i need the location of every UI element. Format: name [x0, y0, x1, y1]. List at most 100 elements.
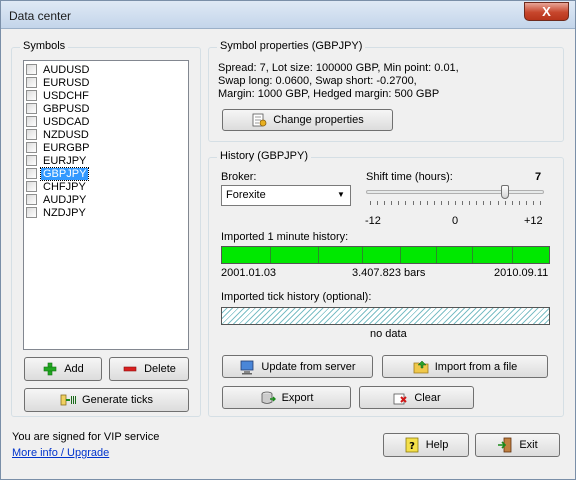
svg-text:?: ? [409, 441, 415, 452]
symbol-checkbox[interactable] [26, 194, 37, 205]
broker-label: Broker: [221, 171, 257, 183]
shift-min-label: -12 [365, 215, 381, 227]
slider-tick [405, 201, 406, 205]
shift-mid-label: 0 [452, 215, 459, 227]
slider-tick [384, 201, 385, 205]
generate-ticks-button[interactable]: Generate ticks [24, 388, 189, 412]
slider-tick [398, 201, 399, 205]
slider-tick [448, 201, 449, 205]
slider-tick [462, 201, 463, 205]
minute-history-end: 2010.09.11 [494, 267, 549, 279]
symbol-label: USDCHF [43, 89, 89, 102]
data-center-window: Data center X Symbols AUDUSD EURUSD USDCHF… [0, 0, 576, 480]
broker-select[interactable]: Forexite ▼ [221, 185, 351, 206]
symbol-checkbox[interactable] [26, 168, 37, 179]
slider-tick [391, 201, 392, 205]
slider-tick [505, 201, 506, 205]
symbol-checkbox[interactable] [26, 103, 37, 114]
symbol-list-item[interactable]: USDCHF [26, 89, 186, 102]
symbol-list-item[interactable]: EURGBP [26, 141, 186, 154]
symbol-checkbox[interactable] [26, 116, 37, 127]
slider-track [366, 190, 544, 194]
symbol-checkbox[interactable] [26, 90, 37, 101]
exit-button[interactable]: Exit [475, 433, 560, 457]
close-icon: X [542, 4, 551, 19]
minute-history-count: 3.407.823 bars [352, 267, 426, 279]
window-title: Data center [9, 9, 72, 23]
symbols-list[interactable]: AUDUSD EURUSD USDCHF GBPUSD USDCAD NZDUSD EURG… [23, 60, 189, 350]
slider-thumb[interactable] [501, 185, 509, 199]
slider-tick [455, 201, 456, 205]
slider-tick [490, 201, 491, 205]
shift-max-label: +12 [524, 215, 543, 227]
export-button[interactable]: Export [222, 386, 351, 409]
slider-tick [441, 201, 442, 205]
symbol-list-item[interactable]: USDCAD [26, 115, 186, 128]
symbol-list-item[interactable]: CHFJPY [26, 180, 186, 193]
clear-button[interactable]: Clear [359, 386, 474, 409]
exit-label: Exit [519, 439, 538, 451]
tick-history-bar [221, 307, 550, 325]
eraser-icon [393, 393, 408, 404]
symbol-list-item[interactable]: AUDUSD [26, 63, 186, 76]
slider-tick [469, 201, 470, 205]
more-info-link[interactable]: More info / Upgrade [12, 447, 109, 459]
properties-line-3: Margin: 1000 GBP, Hedged margin: 500 GBP [218, 88, 440, 100]
slider-tick [476, 201, 477, 205]
symbols-group-label: Symbols [20, 40, 69, 52]
close-button[interactable]: X [524, 2, 569, 21]
minute-history-bar [221, 246, 550, 264]
shift-time-slider[interactable] [366, 183, 544, 207]
update-from-server-button[interactable]: Update from server [222, 355, 373, 378]
slider-tick [420, 201, 421, 205]
help-button[interactable]: ? Help [383, 433, 469, 457]
generate-ticks-label: Generate ticks [82, 394, 153, 406]
change-properties-label: Change properties [273, 114, 364, 126]
slider-tick [519, 201, 520, 205]
symbol-checkbox[interactable] [26, 155, 37, 166]
symbol-label: EURJPY [43, 154, 87, 167]
symbol-checkbox[interactable] [26, 64, 37, 75]
symbol-list-item[interactable]: NZDJPY [26, 206, 186, 219]
slider-tick [526, 201, 527, 205]
symbol-label: AUDJPY [43, 193, 87, 206]
minute-history-label: Imported 1 minute history: [221, 231, 349, 243]
symbol-list-item[interactable]: NZDUSD [26, 128, 186, 141]
minus-icon [123, 366, 137, 372]
symbol-checkbox[interactable] [26, 129, 37, 140]
symbol-label: EURGBP [43, 141, 90, 154]
delete-button[interactable]: Delete [109, 357, 189, 381]
delete-button-label: Delete [144, 363, 176, 375]
import-from-file-button[interactable]: Import from a file [382, 355, 548, 378]
slider-tick [370, 201, 371, 205]
add-button-label: Add [64, 363, 84, 375]
title-bar[interactable]: Data center X [1, 1, 575, 29]
symbol-checkbox[interactable] [26, 181, 37, 192]
symbol-checkbox[interactable] [26, 142, 37, 153]
slider-tick [427, 201, 428, 205]
properties-line-2: Swap long: 0.0600, Swap short: -0.2700, [218, 75, 417, 87]
update-from-server-label: Update from server [261, 360, 356, 373]
symbol-list-item[interactable]: GBPUSD [26, 102, 186, 115]
computer-icon [241, 360, 254, 374]
plus-icon [43, 362, 57, 376]
symbol-label: NZDUSD [43, 128, 89, 141]
generate-ticks-icon [60, 394, 77, 406]
import-from-file-label: Import from a file [434, 360, 518, 373]
slider-tick [540, 201, 541, 205]
symbol-list-item[interactable]: AUDJPY [26, 193, 186, 206]
symbol-list-item[interactable]: GBPJPY [26, 166, 186, 181]
symbol-list-item[interactable]: EURUSD [26, 76, 186, 89]
slider-tick [512, 201, 513, 205]
add-button[interactable]: Add [24, 357, 102, 381]
slider-tick [434, 201, 435, 205]
symbol-list-item[interactable]: EURJPY [26, 154, 186, 167]
symbol-checkbox[interactable] [26, 207, 37, 218]
slider-tick [377, 201, 378, 205]
symbol-properties-label: Symbol properties (GBPJPY) [217, 40, 366, 52]
symbol-label: AUDUSD [43, 63, 90, 76]
properties-line-1: Spread: 7, Lot size: 100000 GBP, Min poi… [218, 62, 459, 74]
symbol-checkbox[interactable] [26, 77, 37, 88]
slider-tick [483, 201, 484, 205]
change-properties-button[interactable]: Change properties [222, 109, 393, 131]
